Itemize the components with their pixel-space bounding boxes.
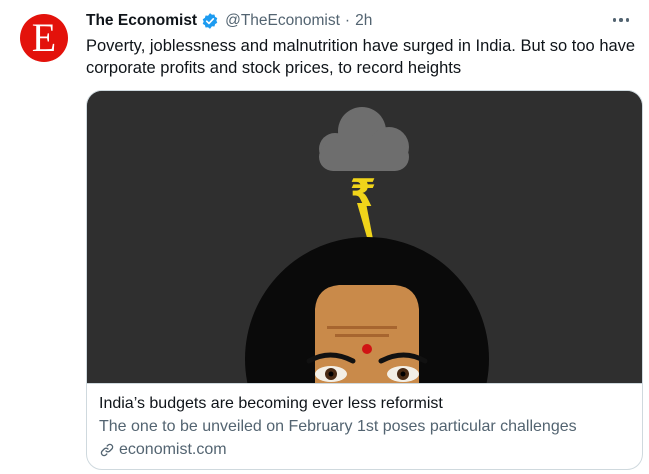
link-icon bbox=[100, 443, 114, 457]
verified-badge-icon bbox=[202, 13, 218, 29]
card-description: The one to be unveiled on February 1st p… bbox=[99, 418, 577, 435]
link-card[interactable]: ₹ India’s budgets are becoming ever less… bbox=[86, 90, 643, 470]
card-domain[interactable]: economist.com bbox=[99, 441, 227, 459]
author-handle[interactable]: @TheEconomist bbox=[225, 12, 340, 30]
tweet[interactable]: E The Economist @TheEconomist · 2h Pover… bbox=[0, 0, 649, 474]
card-domain-text: economist.com bbox=[119, 441, 227, 458]
more-options-icon[interactable] bbox=[609, 10, 633, 30]
card-illustration: ₹ bbox=[87, 91, 642, 383]
card-image[interactable]: ₹ bbox=[87, 91, 642, 383]
tweet-header: The Economist @TheEconomist · 2h bbox=[86, 10, 372, 32]
card-title[interactable]: India’s budgets are becoming ever less r… bbox=[99, 395, 443, 413]
avatar[interactable]: E bbox=[20, 14, 68, 62]
header-separator: · bbox=[344, 12, 351, 29]
tweet-timestamp[interactable]: 2h bbox=[355, 12, 372, 30]
bindi bbox=[362, 344, 372, 354]
author-name[interactable]: The Economist bbox=[86, 12, 197, 30]
avatar-logo-letter: E bbox=[31, 15, 57, 60]
tweet-text: Poverty, joblessness and malnutrition ha… bbox=[86, 37, 636, 77]
card-divider bbox=[87, 383, 642, 384]
